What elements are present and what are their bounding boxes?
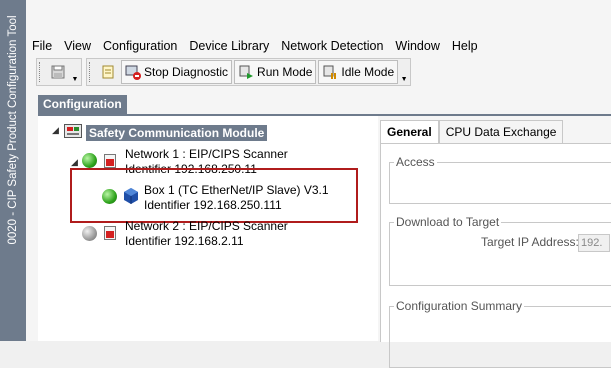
target-ip-label: Target IP Address: [481,235,579,249]
stop-diagnostic-icon [125,65,141,80]
toolbar-grip[interactable] [39,62,44,82]
idle-mode-label: Idle Mode [341,65,395,79]
toolbar-grip[interactable] [89,62,94,82]
toolbar-group-diagnostic: Stop Diagnostic Run Mode Idle Mode ▼ [86,58,412,86]
menu-view[interactable]: View [58,36,97,56]
run-mode-icon [239,65,254,79]
general-tab-content: Access Download to Target Target IP Addr… [380,143,611,368]
access-group-title: Access [394,155,437,169]
device-tree: ◢ Safety Communication Module ◢ Network … [38,116,378,341]
network2-name[interactable]: Network 2 : EIP/CIPS Scanner [125,219,288,233]
toolbar: ▼ Stop Diagnostic Run Mode Idle Mode ▼ [36,58,415,86]
menu-device-library[interactable]: Device Library [183,36,275,56]
menu-network-detection[interactable]: Network Detection [275,36,389,56]
tab-general[interactable]: General [380,120,439,143]
collapse-network1-icon[interactable]: ◢ [71,157,78,168]
network1-status-led [82,153,97,168]
stop-diagnostic-button[interactable]: Stop Diagnostic [121,60,233,84]
idle-mode-button[interactable]: Idle Mode [318,60,399,84]
network1-card-icon [104,154,116,168]
idle-mode-icon [323,65,337,79]
run-mode-label: Run Mode [257,65,313,79]
selection-highlight-box [70,168,358,223]
save-icon [51,65,65,79]
collapse-root-icon[interactable]: ◢ [52,125,59,136]
save-button[interactable] [47,61,69,83]
app-title: 0020 - CIP Safety Product Configuration … [7,15,19,245]
menu-file[interactable]: File [26,36,58,56]
access-group: Access [389,155,611,204]
menu-bar: File View Configuration Device Library N… [26,36,484,56]
download-group-title: Download to Target [394,215,502,229]
stop-diagnostic-label: Stop Diagnostic [144,65,229,79]
network2-card-icon [104,226,116,240]
main-window: File View Configuration Device Library N… [26,0,611,368]
notes-icon [102,65,114,79]
vertical-title-bar: 0020 - CIP Safety Product Configuration … [0,0,26,341]
toolbar-overflow-dropdown[interactable]: ▼ [71,61,79,83]
configuration-summary-group: Configuration Summary [389,299,611,368]
network2-status-led [82,226,97,241]
run-mode-button[interactable]: Run Mode [234,60,317,84]
toolbar-overflow-dropdown[interactable]: ▼ [400,61,408,83]
root-label: Safety Communication Module [86,125,268,141]
network2-identifier: Identifier 192.168.2.11 [125,234,244,248]
properties-pane: General CPU Data Exchange Access Downloa… [378,116,611,368]
target-ip-field[interactable]: 192. [578,234,610,252]
properties-tabs: General CPU Data Exchange [380,120,564,143]
configuration-summary-title: Configuration Summary [394,299,525,313]
menu-configuration[interactable]: Configuration [97,36,183,56]
notes-button[interactable] [97,61,119,83]
configuration-panel-tab[interactable]: Configuration [38,95,127,114]
safety-module-icon [64,124,82,138]
network1-name[interactable]: Network 1 : EIP/CIPS Scanner [125,147,288,161]
download-group: Download to Target Target IP Address: [389,215,611,286]
menu-help[interactable]: Help [446,36,484,56]
toolbar-group-file: ▼ [36,58,82,86]
menu-window[interactable]: Window [389,36,445,56]
tab-cpu-data-exchange[interactable]: CPU Data Exchange [438,120,564,143]
